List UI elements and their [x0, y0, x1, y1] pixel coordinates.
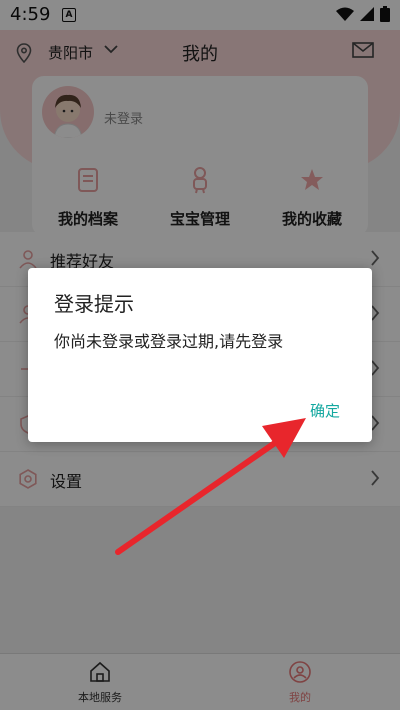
confirm-button[interactable]: 确定 — [310, 400, 340, 421]
dialog-title: 登录提示 — [54, 292, 134, 316]
dialog-message: 你尚未登录或登录过期,请先登录 — [54, 332, 284, 351]
login-prompt-dialog: 登录提示 你尚未登录或登录过期,请先登录 确定 — [28, 268, 372, 442]
